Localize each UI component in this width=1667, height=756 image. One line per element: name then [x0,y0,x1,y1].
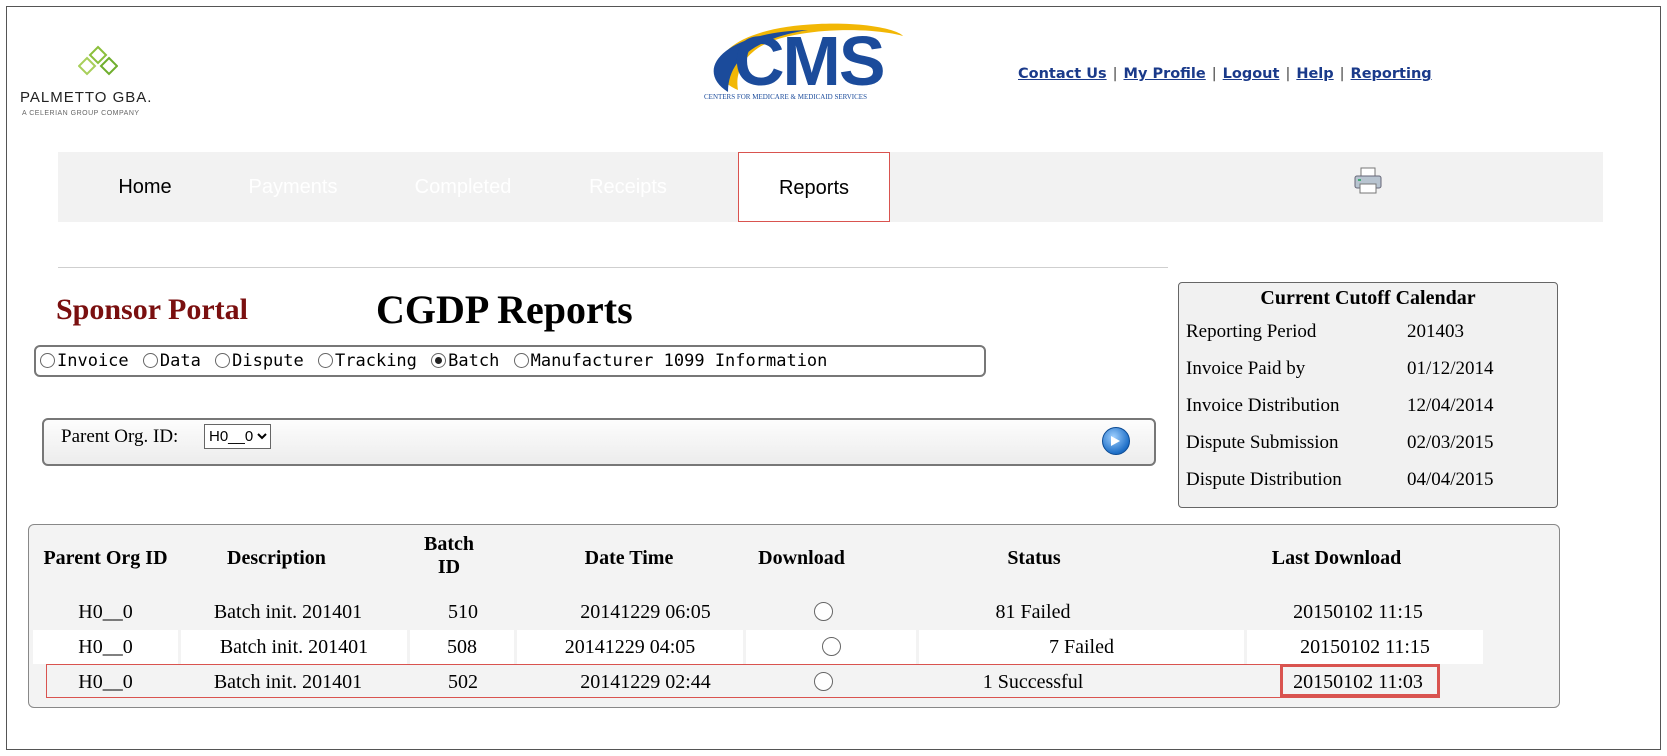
link-separator: | [1285,66,1291,82]
cms-subtitle: CENTERS FOR MEDICARE & MEDICAID SERVICES [704,93,867,101]
cell-status: 1 Successful [982,671,1084,693]
cell-org: H0__0 [33,630,178,664]
download-radio-cell [746,630,916,664]
cms-logo: CMS CENTERS FOR MEDICARE & MEDICAID SERV… [698,18,908,108]
nav-receipts[interactable]: Receipts [563,152,693,222]
cell-last-download: 20150102 11:03 [1293,671,1423,693]
link-separator: | [1211,66,1217,82]
col-header-last-download: Last Download [1271,547,1402,569]
parent-org-select[interactable]: H0__0 [204,424,271,449]
calendar-label: Reporting Period [1186,321,1317,342]
col-header-batch-id-line1: Batch [424,533,474,555]
palmetto-name: PALMETTO GBA. [20,89,153,106]
download-radio-cell [773,595,873,629]
calendar-row: Invoice Distribution 12/04/2014 [1186,395,1494,417]
radio-dispute-label: Dispute [232,351,304,371]
page-title: CGDP Reports [376,287,633,332]
radio-invoice-label: Invoice [57,351,129,371]
radio-data[interactable] [142,353,158,368]
table-row: H0__0 Batch init. 201401 510 20141229 06… [33,595,1509,629]
nav-payments[interactable]: Payments [223,152,363,222]
calendar-row: Dispute Distribution 04/04/2015 [1186,469,1494,491]
cell-batch-id: 508 [410,630,514,664]
parent-org-filter: Parent Org. ID: H0__0 [42,418,1156,466]
radio-data-label: Data [159,351,201,371]
calendar-label: Invoice Distribution [1186,395,1340,416]
cell-description: Batch init. 201401 [181,630,407,664]
cell-date-time: 20141229 02:44 [580,671,711,693]
table-row: H0__0 Batch init. 201401 508 20141229 04… [33,630,1509,664]
col-header-batch-id-line2: ID [437,556,461,578]
col-header-download: Download [758,547,845,569]
palmetto-tagline: A CELERIAN GROUP COMPANY [22,110,140,117]
parent-org-label: Parent Org. ID: [61,426,179,447]
nav-reports[interactable]: Reports [738,152,890,222]
my-profile-link[interactable]: My Profile [1124,66,1206,82]
table-row: H0__0 Batch init. 201401 502 20141229 02… [33,665,1509,699]
cell-batch-id: 510 [448,601,478,623]
help-link[interactable]: Help [1296,66,1333,82]
calendar-label: Dispute Submission [1186,432,1339,453]
top-links: Contact Us | My Profile | Logout | Help | Report… [1018,66,1432,82]
col-header-batch-id: Batch ID [399,533,499,579]
report-type-selector: Invoice Data Dispute Tracking Batch Manu… [34,345,986,377]
download-radio[interactable] [821,637,841,656]
cell-org: H0__0 [78,671,133,693]
contact-us-link[interactable]: Contact Us [1018,66,1107,82]
cell-date-time: 20141229 04:05 [517,630,743,664]
col-header-description: Description [227,547,326,569]
reporting-link[interactable]: Reporting [1351,66,1432,82]
calendar-title: Current Cutoff Calendar [1260,287,1476,309]
go-arrow-icon[interactable] [1102,427,1130,455]
radio-batch[interactable] [431,353,447,368]
cell-description: Batch init. 201401 [213,601,363,623]
radio-manufacturer-1099[interactable] [513,353,529,368]
link-separator: | [1112,66,1118,82]
logout-link[interactable]: Logout [1223,66,1280,82]
printer-icon[interactable] [1352,166,1384,196]
cell-org: H0__0 [78,601,133,623]
batch-table: Parent Org ID Description Batch ID Date … [28,524,1560,708]
cell-last-download: 20150102 11:15 [1247,630,1483,664]
nav-completed[interactable]: Completed [388,152,538,222]
cell-description: Batch init. 201401 [213,671,363,693]
radio-batch-label: Batch [448,351,500,371]
nav-home[interactable]: Home [80,152,210,222]
calendar-label: Invoice Paid by [1186,358,1306,379]
link-separator: | [1339,66,1345,82]
col-header-date-time: Date Time [584,547,674,569]
calendar-label: Dispute Distribution [1186,469,1342,490]
calendar-row: Dispute Submission 02/03/2015 [1186,432,1494,454]
calendar-value: 04/04/2015 [1407,469,1494,490]
radio-dispute[interactable] [215,353,231,368]
cell-date-time: 20141229 06:05 [580,601,711,623]
radio-manufacturer-1099-label: Manufacturer 1099 Information [530,351,828,371]
cell-last-download: 20150102 11:15 [1293,601,1423,623]
download-radio-cell [773,665,873,699]
palmetto-leaf-icon [78,45,118,76]
download-radio[interactable] [813,602,833,621]
radio-tracking[interactable] [318,353,334,368]
calendar-value: 01/12/2014 [1407,358,1494,379]
portal-title: Sponsor Portal [56,293,248,326]
calendar-row: Reporting Period 201403 [1186,321,1464,343]
calendar-value: 12/04/2014 [1407,395,1494,416]
divider [58,267,1168,268]
cell-status: 7 Failed [919,630,1244,664]
cms-wordmark: CMS [734,22,886,100]
radio-invoice[interactable] [40,353,55,368]
download-radio[interactable] [813,672,833,691]
radio-tracking-label: Tracking [335,351,417,371]
calendar-row: Invoice Paid by 01/12/2014 [1186,358,1494,380]
calendar-value: 201403 [1407,321,1464,342]
cutoff-calendar: Current Cutoff Calendar Reporting Period… [1178,282,1558,508]
col-header-status: Status [1007,547,1061,569]
col-header-parent-org-id: Parent Org ID [43,547,168,569]
calendar-value: 02/03/2015 [1407,432,1494,453]
cell-status: 81 Failed [995,601,1071,623]
cell-batch-id: 502 [448,671,478,693]
